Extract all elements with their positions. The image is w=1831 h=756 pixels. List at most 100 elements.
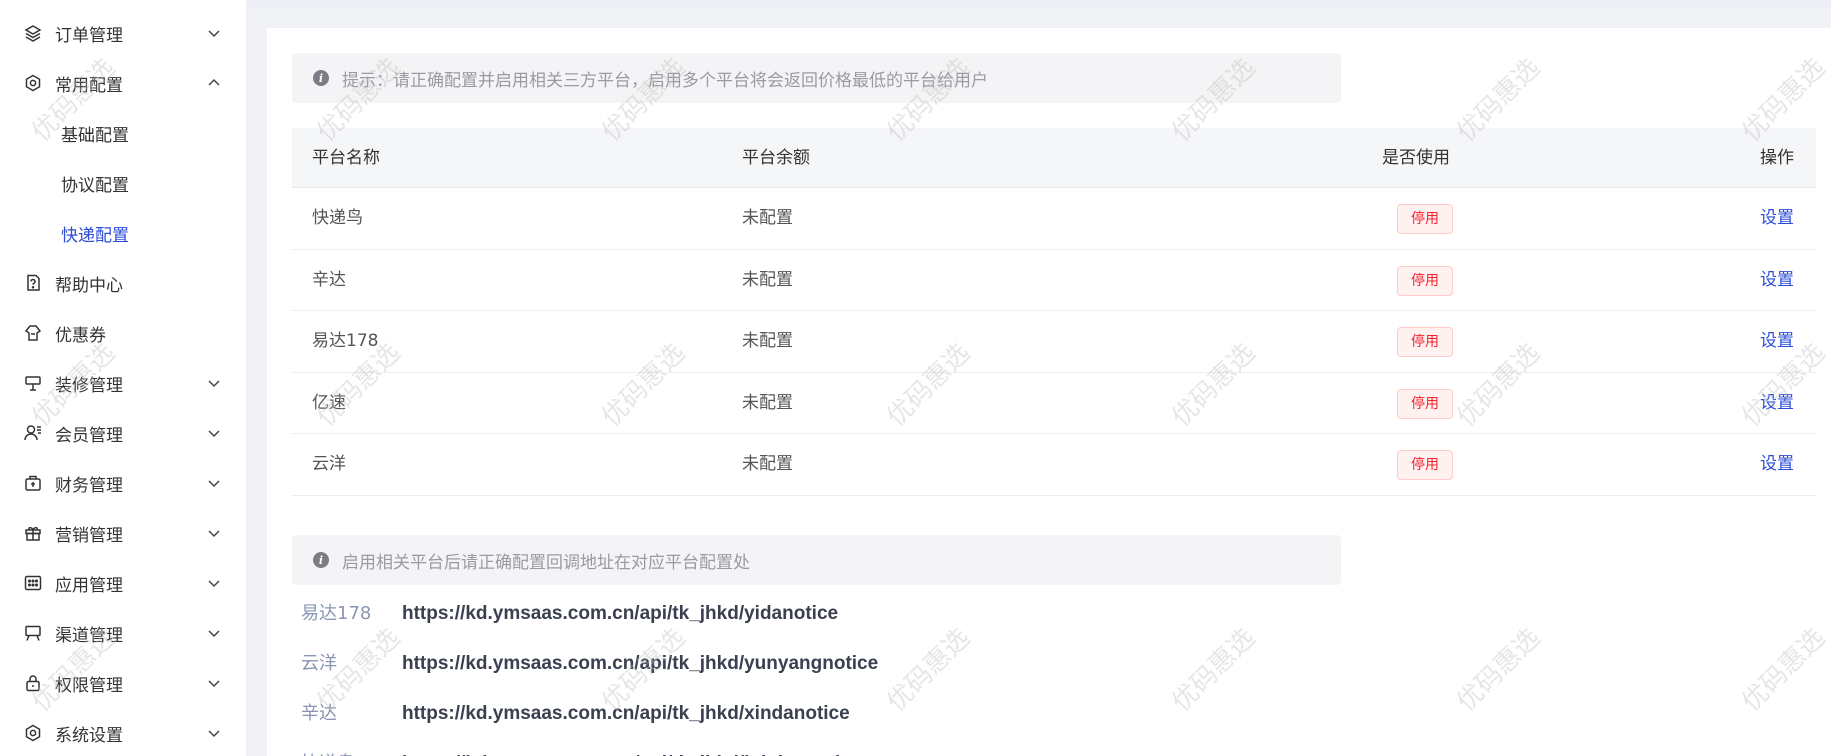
channel-icon bbox=[22, 622, 44, 644]
sidebar-subitem-express-config[interactable]: 快递配置 bbox=[0, 208, 247, 258]
cell-platform-name: 易达178 bbox=[312, 331, 379, 351]
chevron-down-icon bbox=[208, 530, 220, 538]
chevron-down-icon bbox=[208, 380, 220, 388]
sidebar-item-orders[interactable]: 订单管理 bbox=[0, 8, 247, 58]
sidebar-item-help-center[interactable]: 帮助中心 bbox=[0, 258, 247, 308]
cell-balance: 未配置 bbox=[742, 392, 793, 413]
sidebar-item-channels[interactable]: 渠道管理 bbox=[0, 608, 247, 658]
info-icon: i bbox=[313, 552, 329, 568]
sidebar-item-permissions[interactable]: 权限管理 bbox=[0, 658, 247, 708]
sidebar-item-label: 财务管理 bbox=[55, 475, 123, 496]
cell-balance: 未配置 bbox=[742, 454, 793, 474]
callback-row: 云洋 https://kd.ymsaas.com.cn/api/tk_jhkd/… bbox=[301, 639, 1501, 689]
callback-url: https://kd.ymsaas.com.cn/api/tk_jhkd/xin… bbox=[402, 703, 850, 724]
sidebar-item-decoration[interactable]: 装修管理 bbox=[0, 358, 247, 408]
lock-icon bbox=[22, 672, 44, 694]
sidebar-item-label: 系统设置 bbox=[55, 725, 123, 746]
settings-link[interactable]: 设置 bbox=[1760, 188, 1794, 249]
sidebar-item-system-settings[interactable]: 系统设置 bbox=[0, 708, 247, 756]
cell-balance: 未配置 bbox=[742, 269, 793, 290]
sidebar-subitem-agreement-config[interactable]: 协议配置 bbox=[0, 158, 247, 208]
status-badge: 停用 bbox=[1397, 327, 1453, 357]
settings-icon bbox=[22, 722, 44, 744]
table-row: 辛达 未配置 停用 设置 bbox=[292, 250, 1816, 311]
status-badge: 停用 bbox=[1397, 204, 1453, 234]
sidebar-item-label: 营销管理 bbox=[55, 525, 123, 546]
callback-row: 易达178 https://kd.ymsaas.com.cn/api/tk_jh… bbox=[301, 589, 1501, 639]
callback-platform-name: 易达178 bbox=[301, 603, 372, 624]
callback-platform-name: 云洋 bbox=[301, 653, 337, 674]
help-doc-icon bbox=[22, 272, 44, 294]
status-badge: 停用 bbox=[1397, 388, 1453, 419]
sidebar-item-label: 优惠券 bbox=[55, 325, 106, 346]
info-icon: i bbox=[313, 70, 329, 86]
sidebar-item-coupon[interactable]: 优惠券 bbox=[0, 308, 247, 358]
header-platform-name: 平台名称 bbox=[312, 148, 380, 168]
status-badge: 停用 bbox=[1397, 450, 1453, 480]
callback-platform-name: 快递鸟 bbox=[301, 739, 355, 756]
gift-icon bbox=[22, 522, 44, 544]
header-balance: 平台余额 bbox=[742, 148, 810, 168]
sidebar-item-common-config[interactable]: 常用配置 bbox=[0, 58, 247, 108]
chevron-down-icon bbox=[208, 580, 220, 588]
sidebar-item-label: 装修管理 bbox=[55, 375, 123, 396]
sidebar-item-label: 帮助中心 bbox=[55, 275, 123, 296]
chevron-down-icon bbox=[208, 680, 220, 688]
header-actions: 操作 bbox=[1760, 148, 1794, 168]
callback-url: https://kd.ymsaas.com.cn/api/tk_jhkd/kdn… bbox=[402, 739, 861, 756]
cell-platform-name: 快递鸟 bbox=[312, 208, 363, 228]
settings-link[interactable]: 设置 bbox=[1760, 373, 1794, 434]
sidebar-item-label: 应用管理 bbox=[55, 575, 123, 596]
callback-url-list: 易达178 https://kd.ymsaas.com.cn/api/tk_jh… bbox=[301, 589, 1501, 756]
sidebar-item-members[interactable]: 会员管理 bbox=[0, 408, 247, 458]
table-row: 亿速 未配置 停用 设置 bbox=[292, 373, 1816, 434]
main-content: i 提示：请正确配置并启用相关三方平台，启用多个平台将会返回价格最低的平台给用户… bbox=[267, 28, 1831, 756]
layers-icon bbox=[22, 22, 44, 44]
cell-balance: 未配置 bbox=[742, 331, 793, 351]
callback-row: 快递鸟 https://kd.ymsaas.com.cn/api/tk_jhkd… bbox=[301, 739, 1501, 756]
coupon-icon bbox=[22, 322, 44, 344]
callback-url: https://kd.ymsaas.com.cn/api/tk_jhkd/yid… bbox=[402, 603, 839, 624]
user-icon bbox=[22, 422, 44, 444]
notice-text: 启用相关平台后请正确配置回调地址在对应平台配置处 bbox=[342, 552, 750, 573]
platform-table: 平台名称 平台余额 是否使用 操作 快递鸟 未配置 停用 设置 辛达 未配置 停… bbox=[292, 128, 1816, 496]
cell-platform-name: 亿速 bbox=[312, 392, 346, 413]
decorate-icon bbox=[22, 372, 44, 394]
sidebar-item-apps[interactable]: 应用管理 bbox=[0, 558, 247, 608]
settings-link[interactable]: 设置 bbox=[1760, 434, 1794, 495]
notice-banner-callback: i 启用相关平台后请正确配置回调地址在对应平台配置处 bbox=[292, 535, 1341, 585]
app-root: 订单管理 常用配置 基础配置 协议配置 快递配置 帮助中心 优惠券 装修管理 会… bbox=[0, 0, 1831, 756]
sidebar-item-finance[interactable]: 财务管理 bbox=[0, 458, 247, 508]
callback-row: 辛达 https://kd.ymsaas.com.cn/api/tk_jhkd/… bbox=[301, 689, 1501, 739]
notice-text: 提示：请正确配置并启用相关三方平台，启用多个平台将会返回价格最低的平台给用户 bbox=[342, 70, 988, 91]
sidebar-item-marketing[interactable]: 营销管理 bbox=[0, 508, 247, 558]
sidebar-subitem-label: 协议配置 bbox=[61, 175, 129, 196]
chevron-down-icon bbox=[208, 730, 220, 738]
callback-url: https://kd.ymsaas.com.cn/api/tk_jhkd/yun… bbox=[402, 653, 879, 674]
sidebar-subitem-label: 基础配置 bbox=[61, 125, 129, 146]
settings-link[interactable]: 设置 bbox=[1760, 311, 1794, 372]
sidebar-item-label: 渠道管理 bbox=[55, 625, 123, 646]
top-strip bbox=[248, 0, 1831, 8]
chevron-down-icon bbox=[208, 30, 220, 38]
table-row: 快递鸟 未配置 停用 设置 bbox=[292, 188, 1816, 250]
sidebar-item-label: 常用配置 bbox=[55, 75, 123, 96]
sidebar-subitem-label: 快递配置 bbox=[61, 225, 129, 246]
finance-icon bbox=[22, 472, 44, 494]
cell-platform-name: 云洋 bbox=[312, 454, 346, 474]
chevron-down-icon bbox=[208, 630, 220, 638]
notice-banner-top: i 提示：请正确配置并启用相关三方平台，启用多个平台将会返回价格最低的平台给用户 bbox=[292, 53, 1341, 103]
apps-icon bbox=[22, 572, 44, 594]
table-row: 易达178 未配置 停用 设置 bbox=[292, 311, 1816, 373]
sidebar: 订单管理 常用配置 基础配置 协议配置 快递配置 帮助中心 优惠券 装修管理 会… bbox=[0, 0, 247, 756]
settings-link[interactable]: 设置 bbox=[1760, 250, 1794, 311]
table-header: 平台名称 平台余额 是否使用 操作 bbox=[292, 128, 1816, 188]
gear-icon bbox=[22, 72, 44, 94]
cell-balance: 未配置 bbox=[742, 208, 793, 228]
header-in-use: 是否使用 bbox=[1382, 148, 1450, 168]
chevron-down-icon bbox=[208, 430, 220, 438]
callback-platform-name: 辛达 bbox=[301, 703, 337, 724]
table-row: 云洋 未配置 停用 设置 bbox=[292, 434, 1816, 496]
cell-platform-name: 辛达 bbox=[312, 269, 346, 290]
sidebar-subitem-basic-config[interactable]: 基础配置 bbox=[0, 108, 247, 158]
